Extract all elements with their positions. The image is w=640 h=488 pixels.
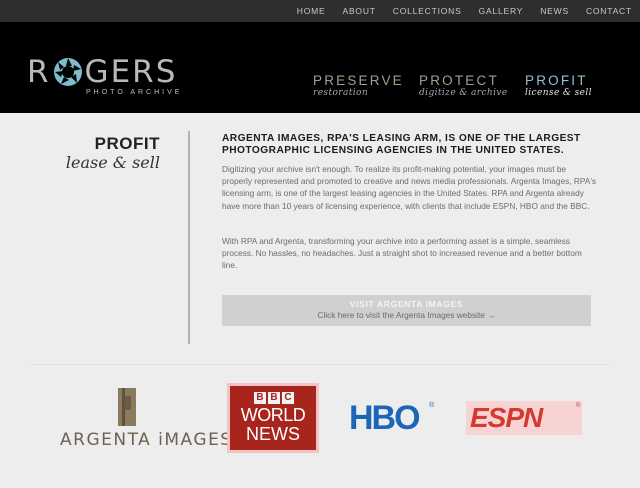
espn-logo: ESPN ® — [466, 401, 582, 435]
pillar-protect-subtitle: digitize & archive — [419, 88, 508, 98]
pillar-profit-title: PROFIT — [525, 73, 588, 88]
visit-argenta-button[interactable]: VISIT ARGENTA IMAGES Click here to visit… — [222, 295, 591, 326]
top-navigation-bar: HOME ABOUT COLLECTIONS GALLERY NEWS CONT… — [0, 0, 640, 22]
camera-aperture-icon — [53, 58, 82, 86]
nav-item-news[interactable]: NEWS — [540, 6, 569, 16]
horizontal-divider — [30, 364, 610, 365]
hbo-logo: HBO ® — [349, 398, 435, 438]
pillar-preserve-subtitle: restoration — [313, 88, 369, 98]
logo-letter-r: R — [27, 54, 51, 90]
logo-wordmark: R GERS — [27, 56, 177, 88]
content-paragraph-1: Digitizing your archive isn't enough. To… — [222, 164, 597, 211]
pillar-preserve[interactable]: PRESERVE restoration — [313, 74, 404, 99]
hbo-registered-mark: ® — [429, 402, 435, 409]
nav-item-about[interactable]: ABOUT — [342, 6, 375, 16]
nav-item-home[interactable]: HOME — [297, 6, 326, 16]
cta-subtitle: Click here to visit the Argenta Images w… — [317, 310, 496, 320]
pillar-profit-subtitle: license & sell — [525, 88, 592, 98]
site-logo[interactable]: R GERS PHOTO ARCHIVE — [27, 56, 197, 100]
nav-item-contact[interactable]: CONTACT — [586, 6, 632, 16]
bbc-world-news-logo: B B C WORLD NEWS — [230, 386, 316, 450]
argenta-images-logo: ARGENTA iMAGES — [58, 386, 233, 450]
vertical-divider — [188, 131, 190, 344]
logo-subtitle: PHOTO ARCHIVE — [86, 89, 183, 96]
content-paragraph-2: With RPA and Argenta, transforming your … — [222, 236, 582, 271]
hbo-logo-text: HBO — [349, 399, 421, 437]
bbc-letter-c: C — [282, 392, 294, 404]
section-title: PROFIT — [94, 134, 160, 153]
nav-item-collections[interactable]: COLLECTIONS — [393, 6, 462, 16]
bbc-letter-b1: B — [254, 392, 266, 404]
logo-letters-rest: GERS — [84, 54, 178, 90]
content-headline: ARGENTA IMAGES, RPA'S LEASING ARM, IS ON… — [222, 133, 581, 156]
section-title-block: PROFIT lease & sell — [40, 134, 160, 173]
pillar-protect[interactable]: PROTECT digitize & archive — [419, 74, 508, 99]
bbc-boxes: B B C — [254, 392, 296, 404]
section-subtitle: lease & sell — [65, 153, 160, 172]
pillar-preserve-title: PRESERVE — [313, 73, 404, 88]
pillar-profit[interactable]: PROFIT license & sell — [525, 74, 592, 99]
nav-menu: HOME ABOUT COLLECTIONS GALLERY NEWS CONT… — [280, 0, 632, 22]
bbc-line-news: NEWS — [246, 424, 300, 444]
argenta-logo-text: ARGENTA iMAGES — [60, 430, 233, 450]
bbc-letter-b2: B — [268, 392, 280, 404]
nav-item-gallery[interactable]: GALLERY — [479, 6, 524, 16]
site-header: R GERS PHOTO ARCHIVE PRESERVE restoratio… — [0, 22, 640, 113]
cta-title: VISIT ARGENTA IMAGES — [349, 299, 464, 309]
bbc-line-world: WORLD — [240, 405, 306, 425]
argenta-mark-icon — [118, 388, 136, 426]
pillar-protect-title: PROTECT — [419, 73, 499, 88]
espn-registered-mark: ® — [576, 403, 581, 409]
espn-logo-text: ESPN — [470, 402, 543, 433]
